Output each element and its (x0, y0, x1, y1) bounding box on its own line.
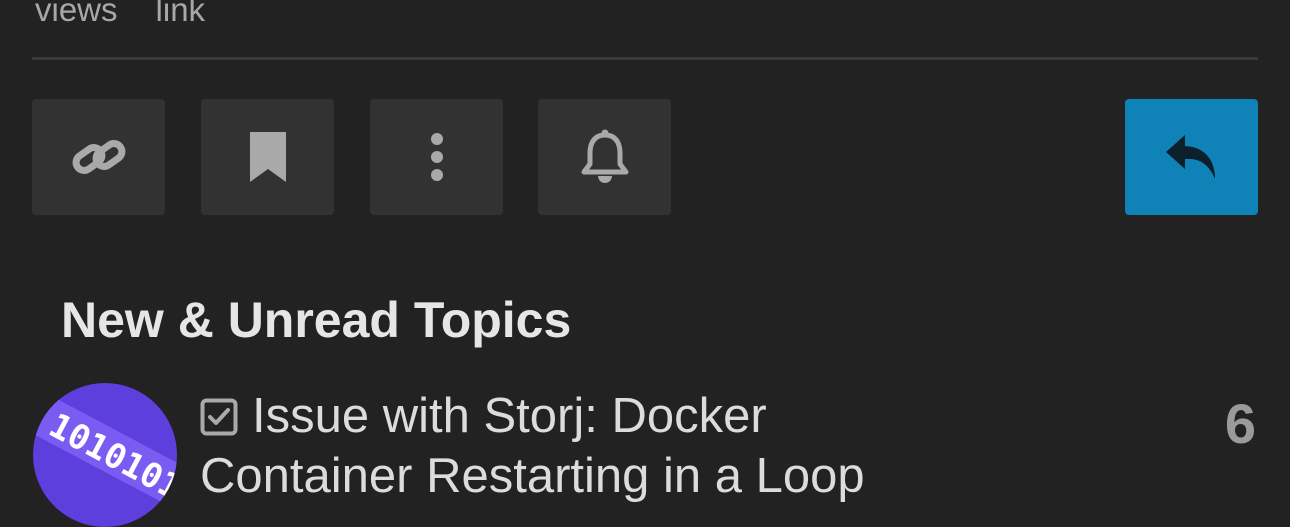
topic-title[interactable]: Issue with Storj: Docker Container Resta… (200, 386, 960, 506)
more-options-button[interactable] (370, 99, 503, 215)
avatar[interactable]: 1010101 (33, 383, 177, 527)
ellipsis-vertical-icon (429, 132, 445, 182)
topic-stats: views link (35, 0, 205, 34)
divider (32, 57, 1258, 60)
copy-link-button[interactable] (32, 99, 165, 215)
reply-icon (1163, 132, 1221, 182)
reply-button[interactable] (1125, 99, 1258, 215)
views-label: views (35, 0, 118, 28)
post-count: 6 (1224, 392, 1256, 455)
section-title: New & Unread Topics (61, 292, 572, 348)
bookmark-button[interactable] (201, 99, 334, 215)
link-label: link (155, 0, 206, 28)
notifications-button[interactable] (538, 99, 671, 215)
link-icon (71, 135, 127, 179)
bookmark-icon (247, 129, 289, 185)
bell-icon (579, 128, 631, 186)
